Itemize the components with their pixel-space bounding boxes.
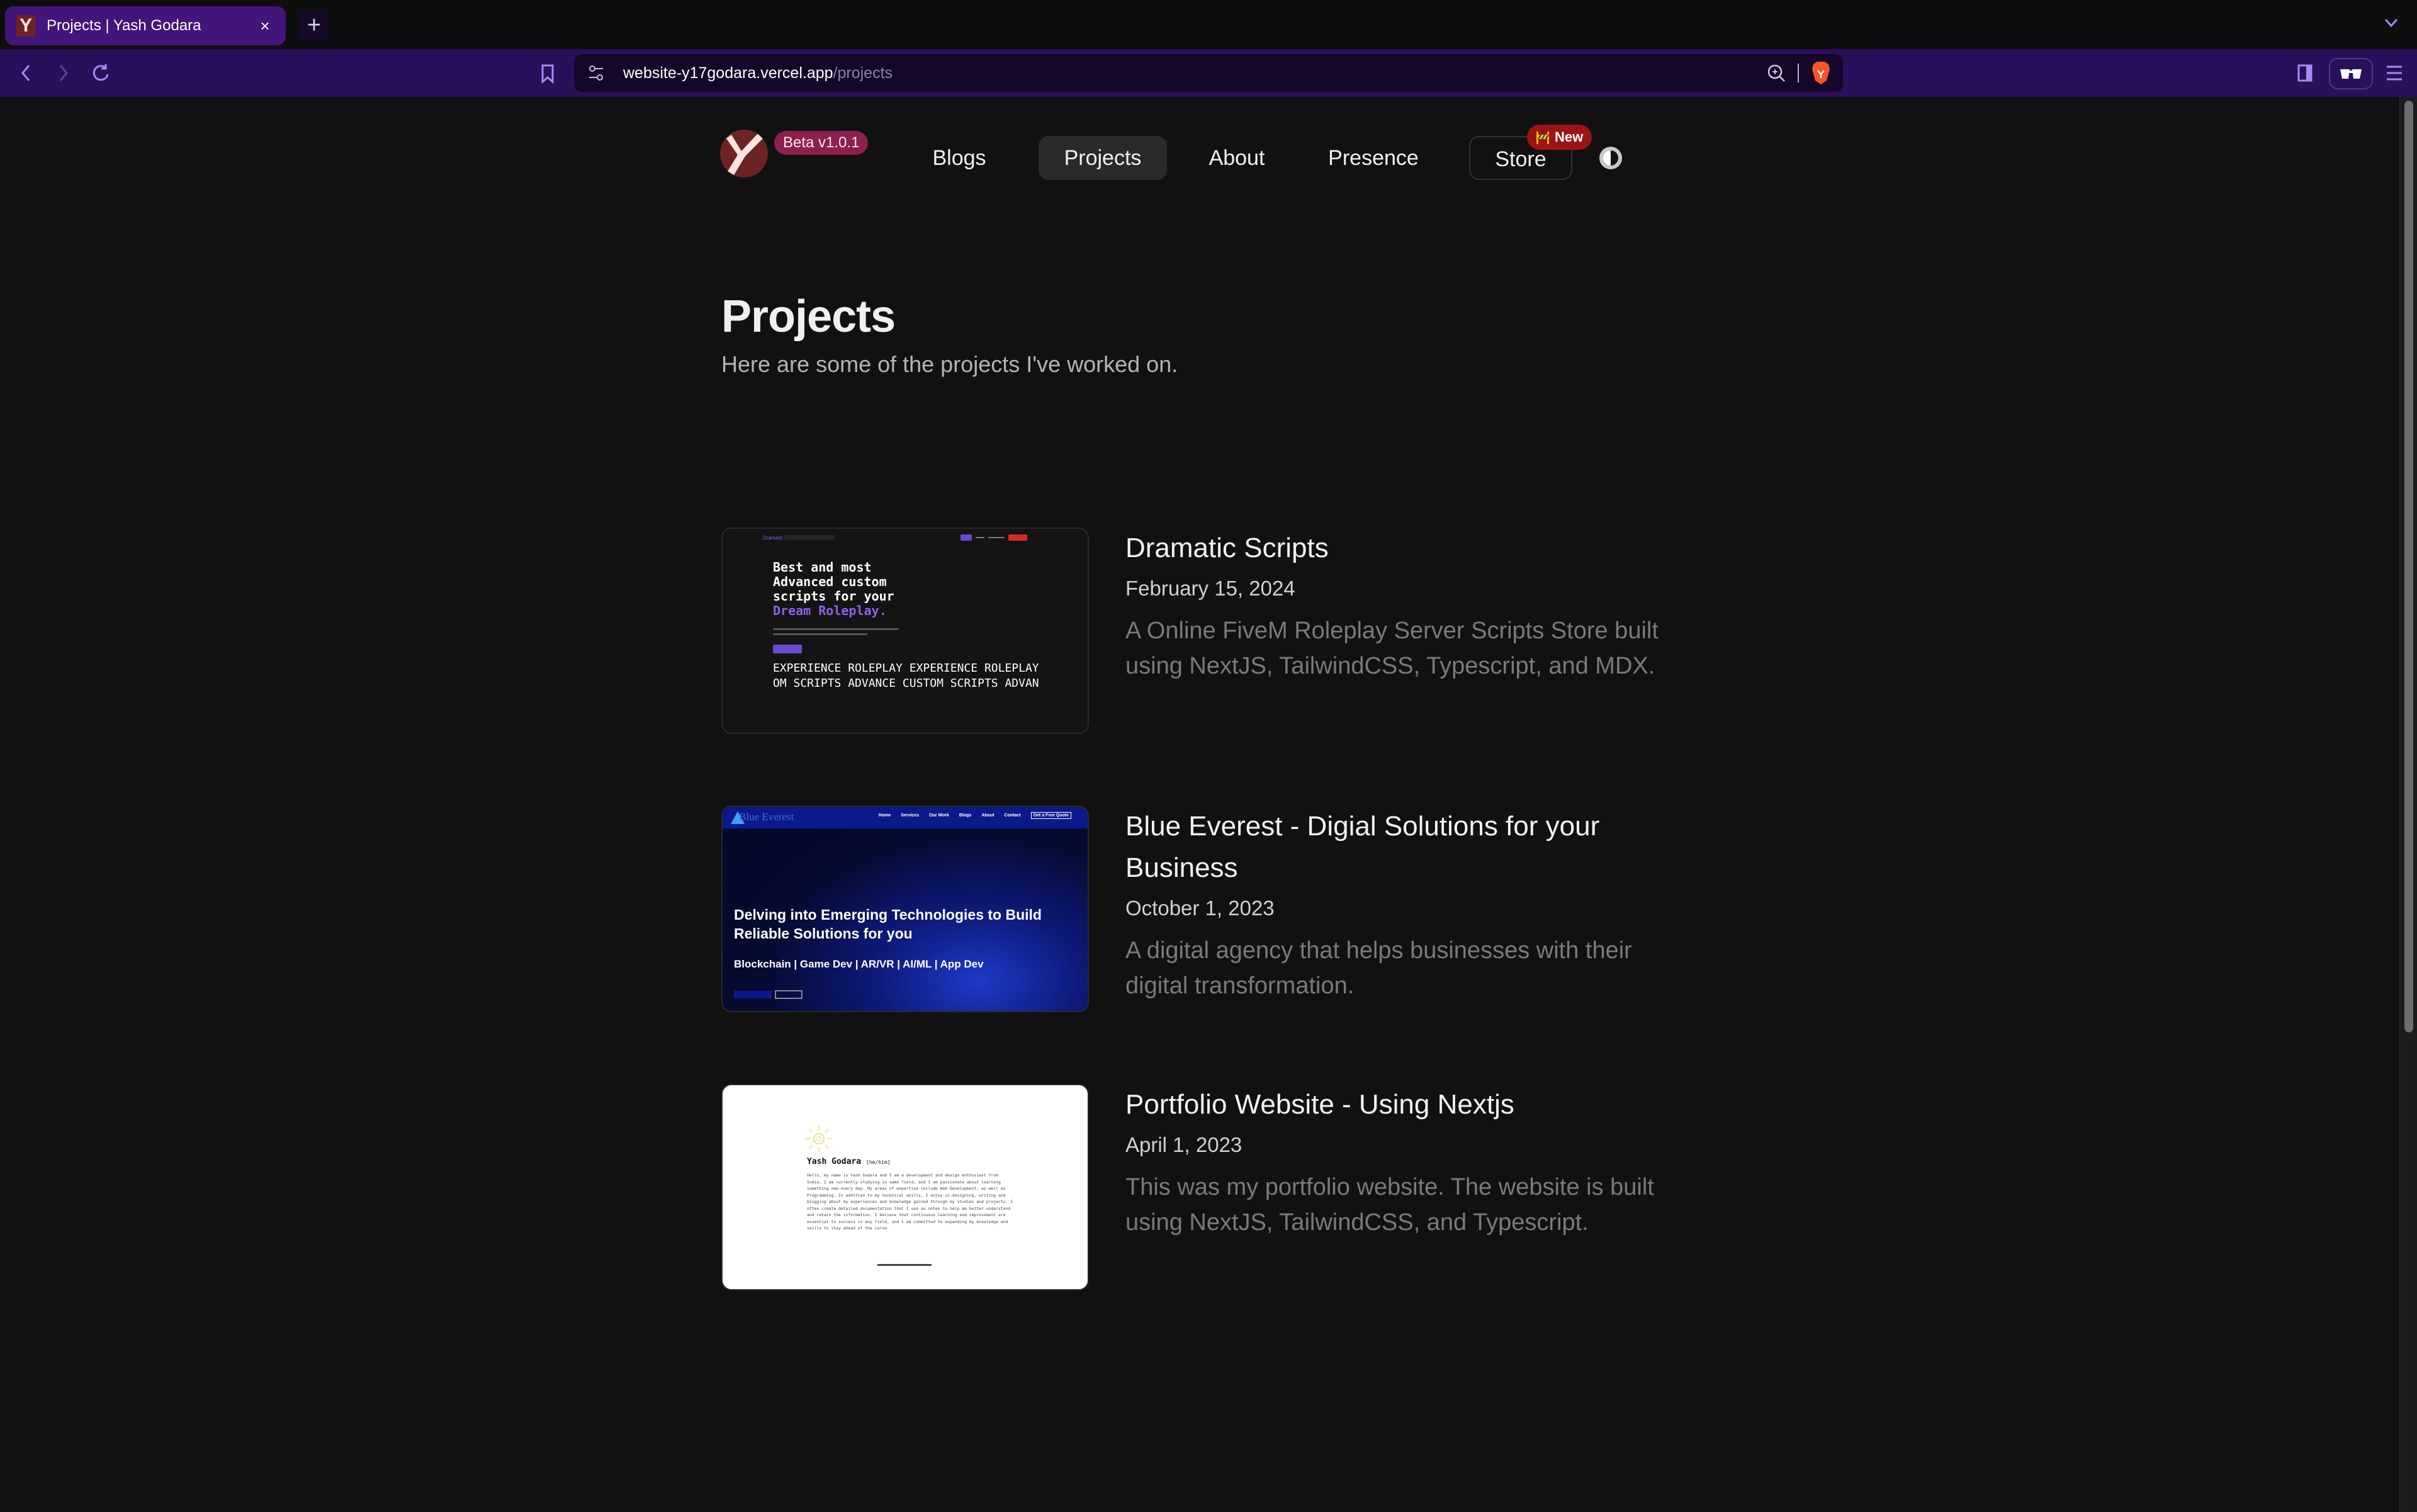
theme-toggle-icon (1599, 147, 1622, 169)
url-host: website-y17godara.vercel.app (623, 64, 833, 82)
project-info: Portfolio Website - Using Nextjs April 1… (1125, 1084, 1679, 1240)
thumbnail-headline: Delving into Emerging Technologies to Bu… (734, 906, 1042, 942)
page-subtitle: Here are some of the projects I've worke… (721, 351, 1178, 377)
tab-list-chevron-icon[interactable] (2383, 14, 2399, 33)
thumbnail-nav: Dramatic (763, 534, 1027, 541)
nav-projects[interactable]: Projects (1039, 136, 1167, 180)
main-menu-button[interactable] (2382, 59, 2407, 87)
hero-line: Best and most (773, 560, 872, 575)
forward-button[interactable] (48, 58, 78, 88)
new-badge-label: New (1555, 129, 1584, 145)
project-description: This was my portfolio website. The websi… (1125, 1174, 1654, 1236)
nav-about[interactable]: About (1202, 136, 1271, 180)
hero-line: Advanced custom (773, 574, 887, 589)
hero-accent-line: Dream Roleplay. (773, 603, 887, 618)
nav-blogs[interactable]: Blogs (930, 136, 988, 180)
project-description: A digital agency that helps businesses w… (1125, 937, 1632, 999)
thumb-link: Contact (1004, 813, 1021, 818)
url-text[interactable]: website-y17godara.vercel.app/projects (623, 64, 1764, 82)
thumbnail-links: Home Services Our Work Blogs About Conta… (878, 812, 1071, 819)
scrollbar-thumb[interactable] (2404, 101, 2413, 1032)
thumb-link: Our Work (929, 813, 949, 818)
thumbnail-divider (877, 1264, 932, 1266)
page-scrollbar[interactable] (2399, 97, 2417, 1512)
thumb-link: Home (878, 813, 891, 818)
browser-tab-active[interactable]: Y Projects | Yash Godara × (5, 6, 286, 45)
thumbnail-cta (773, 645, 802, 653)
thumbnail-hero: Best and most Advanced custom scripts fo… (773, 560, 894, 618)
favicon-icon: Y (16, 15, 35, 37)
bookmark-button[interactable] (532, 58, 563, 88)
project-title[interactable]: Blue Everest - Digial Solutions for your… (1125, 806, 1679, 889)
thumb-link: Services (901, 813, 920, 818)
sun-icon (806, 1126, 832, 1152)
svg-text:Dramatic: Dramatic (763, 535, 783, 541)
sidebar-toggle-button[interactable] (2291, 59, 2319, 87)
bookmark-icon (541, 64, 554, 84)
page-viewport: Beta v1.0.1 Blogs Projects About Presenc… (0, 97, 2399, 1512)
project-title[interactable]: Dramatic Scripts (1125, 528, 1679, 569)
thumbnail-nav: Blue Everest Home Services Our Work Blog… (723, 807, 1088, 828)
version-badge: Beta v1.0.1 (774, 131, 869, 155)
wallet-button[interactable] (2329, 58, 2373, 89)
hamburger-icon (2387, 65, 2402, 81)
theme-toggle-button[interactable] (1597, 145, 1624, 171)
wallet-icon (2340, 69, 2362, 79)
marquee-line: EXPERIENCE ROLEPLAY EXPERIENCE ROLEPLAY (773, 662, 1039, 675)
thumbnail-tagline: Blockchain | Game Dev | AR/VR | AI/ML | … (734, 958, 984, 970)
reload-icon (93, 64, 109, 81)
project-thumbnail[interactable]: Blue Everest Home Services Our Work Blog… (721, 806, 1089, 1012)
project-info: Dramatic Scripts February 15, 2024 A Onl… (1125, 528, 1679, 684)
address-bar[interactable]: website-y17godara.vercel.app/projects (574, 54, 1843, 92)
y-logo-icon (726, 133, 763, 175)
new-badge: New (1527, 125, 1592, 150)
thumbnail-name: Yash Godara [he/him] (807, 1157, 890, 1166)
chevron-left-icon (21, 65, 30, 81)
project-date: October 1, 2023 (1125, 896, 1275, 920)
project-title[interactable]: Portfolio Website - Using Nextjs (1125, 1084, 1679, 1126)
project-date: April 1, 2023 (1125, 1133, 1242, 1156)
thumbnail-blurb (773, 628, 899, 635)
divider (1798, 64, 1799, 82)
nav-presence[interactable]: Presence (1324, 136, 1423, 180)
thumb-link: Blogs (959, 813, 972, 818)
construction-icon (1536, 132, 1549, 144)
project-date: February 15, 2024 (1125, 577, 1295, 600)
page-title: Projects (721, 291, 896, 342)
project-description: A Online FiveM Roleplay Server Scripts S… (1125, 618, 1659, 679)
project-thumbnail[interactable]: Dramatic Best and most Advanced custom s… (721, 528, 1089, 734)
zoom-icon[interactable] (1764, 60, 1789, 86)
back-button[interactable] (11, 58, 42, 88)
thumb-pronouns: [he/him] (865, 1159, 891, 1165)
project-thumbnail[interactable]: Yash Godara [he/him] Hello, my name is Y… (721, 1084, 1089, 1290)
site-settings-icon[interactable] (585, 62, 607, 84)
new-tab-button[interactable]: + (298, 10, 330, 42)
chevron-right-icon (59, 65, 68, 81)
thumb-cta: Get a Free Quote (1030, 812, 1071, 819)
thumbnail-bio: Hello, my name is Yash Godara and I am a… (807, 1173, 1013, 1231)
thumbnail-logo: Blue Everest (739, 811, 794, 823)
thumbnail-marquee: EXPERIENCE ROLEPLAY EXPERIENCE ROLEPLAY … (773, 661, 1044, 691)
url-path: /projects (833, 64, 893, 82)
close-tab-icon[interactable]: × (256, 16, 274, 36)
thumb-name-text: Yash Godara (807, 1157, 862, 1166)
sidebar-icon (2297, 64, 2313, 82)
site-logo[interactable] (720, 130, 768, 178)
brave-shields-icon[interactable] (1810, 60, 1832, 86)
hero-line: scripts for your (773, 589, 894, 604)
tab-strip: Y Projects | Yash Godara × + (0, 0, 2417, 49)
thumbnail-buttons (734, 990, 803, 999)
reload-button[interactable] (86, 58, 116, 88)
thumb-link: About (981, 813, 994, 818)
site-header: Beta v1.0.1 Blogs Projects About Presenc… (720, 115, 1677, 180)
tab-title: Projects | Yash Godara (47, 17, 201, 34)
project-info: Blue Everest - Digial Solutions for your… (1125, 806, 1679, 1003)
browser-toolbar: website-y17godara.vercel.app/projects (0, 49, 2417, 97)
marquee-line: OM SCRIPTS ADVANCE CUSTOM SCRIPTS ADVAN (773, 677, 1039, 690)
